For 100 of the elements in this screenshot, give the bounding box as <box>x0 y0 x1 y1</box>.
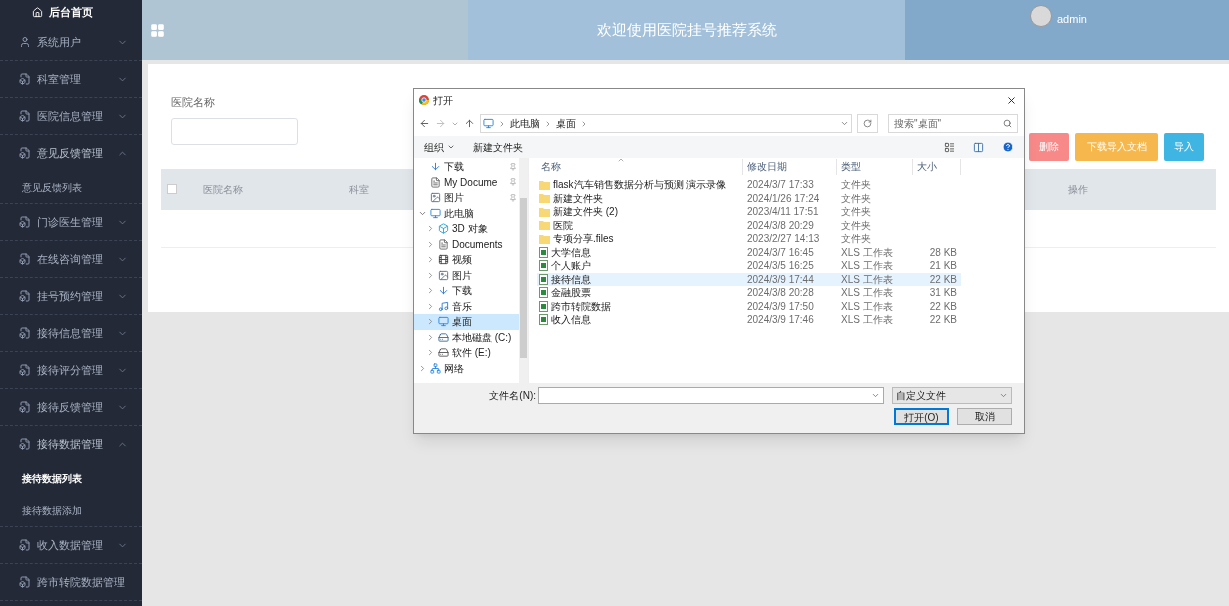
view-options-icon[interactable] <box>944 141 955 153</box>
file-date: 2024/3/9 17:50 <box>746 299 815 314</box>
sidebar-menu-item[interactable]: 跨市转院数据管理 <box>0 564 142 600</box>
refresh-button[interactable] <box>857 114 878 133</box>
open-button[interactable]: 打开(O) <box>894 408 949 425</box>
expand-chevron-icon[interactable] <box>426 348 435 358</box>
column-header: 医院名称 <box>203 182 244 197</box>
nav-tree-item[interactable]: 下载 <box>414 159 519 175</box>
file-row[interactable]: 个人账户 2024/3/5 16:25 XLS 工作表 21 KB <box>537 259 961 273</box>
sidebar-submenu-item[interactable]: 意见反馈列表 <box>0 171 142 203</box>
column-header[interactable]: 名称 <box>537 159 743 175</box>
cancel-button[interactable]: 取消 <box>957 408 1012 425</box>
scrollbar[interactable] <box>519 158 528 383</box>
file-row[interactable]: 新建文件夹 (2) 2023/4/11 17:51 文件夹 <box>537 205 961 219</box>
nav-tree-item[interactable]: My Docume <box>414 174 519 190</box>
select-all-checkbox[interactable] <box>167 184 177 194</box>
file-type: 文件夹 <box>840 178 872 193</box>
file-name: 跨市转院数据 <box>551 299 611 314</box>
sidebar-menu-item[interactable]: 在线咨询管理 <box>0 241 142 277</box>
sidebar-menu-item[interactable]: 科室管理 <box>0 61 142 97</box>
sidebar-menu-item[interactable]: 系统用户 <box>0 24 142 60</box>
nav-tree-item[interactable]: 桌面 <box>414 314 519 330</box>
expand-chevron-icon[interactable] <box>426 286 435 296</box>
breadcrumb-item[interactable]: 此电脑 <box>510 116 540 131</box>
nav-tree-item[interactable]: 本地磁盘 (C:) <box>414 329 519 345</box>
new-folder-button[interactable]: 新建文件夹 <box>473 139 523 155</box>
sidebar-home-item[interactable]: 后台首页 <box>0 0 142 24</box>
expand-chevron-icon[interactable] <box>426 301 435 311</box>
dropdown-chevron-icon[interactable] <box>871 391 880 400</box>
user-icon <box>19 36 31 48</box>
sidebar-menu-item[interactable]: 接待数据管理 <box>0 426 142 462</box>
file-type-dropdown[interactable]: 自定义文件 <box>892 387 1012 404</box>
nav-tree-item[interactable]: 图片 <box>414 267 519 283</box>
nav-tree-item[interactable]: 音乐 <box>414 298 519 314</box>
sidebar-menu-item[interactable]: 收入数据管理 <box>0 527 142 563</box>
column-header[interactable]: 大小 <box>913 159 961 175</box>
sidebar-menu-item[interactable]: 接待反馈管理 <box>0 389 142 425</box>
file-name: 个人账户 <box>551 259 591 274</box>
filename-input[interactable] <box>538 387 884 404</box>
nav-tree-item[interactable]: 此电脑 <box>414 205 519 221</box>
nav-tree-item[interactable]: 软件 (E:) <box>414 345 519 361</box>
expand-chevron-icon[interactable] <box>426 239 435 249</box>
file-row[interactable]: 大学信息 2024/3/7 16:45 XLS 工作表 28 KB <box>537 245 961 259</box>
search-field[interactable]: 搜索"桌面" <box>888 114 1018 133</box>
organize-menu[interactable]: 组织 <box>424 139 455 155</box>
nav-tree-item[interactable]: 下载 <box>414 283 519 299</box>
nav-label: 网络 <box>444 361 464 376</box>
file-row[interactable]: 医院 2024/3/8 20:29 文件夹 <box>537 218 961 232</box>
nav-tree-item[interactable]: Documents <box>414 236 519 252</box>
sidebar-menu-item[interactable]: 挂号预约管理 <box>0 278 142 314</box>
expand-chevron-icon[interactable] <box>426 317 435 327</box>
avatar[interactable] <box>1030 5 1052 27</box>
file-row[interactable]: 新建文件夹 2024/1/26 17:24 文件夹 <box>537 191 961 205</box>
spreadsheet-file-icon <box>539 314 548 326</box>
file-row[interactable]: 金融股票 2024/3/8 20:28 XLS 工作表 31 KB <box>537 286 961 300</box>
expand-chevron-icon[interactable] <box>426 255 435 265</box>
address-dropdown-icon[interactable] <box>840 119 849 128</box>
expand-chevron-icon[interactable] <box>426 332 435 342</box>
expand-chevron-icon[interactable] <box>418 363 427 373</box>
file-row[interactable]: 跨市转院数据 2024/3/9 17:50 XLS 工作表 22 KB <box>537 299 961 313</box>
close-icon[interactable] <box>1006 94 1017 106</box>
breadcrumb-item[interactable]: 桌面 <box>556 116 576 131</box>
column-header[interactable]: 类型 <box>837 159 913 175</box>
file-name: 专项分享.files <box>553 232 614 247</box>
sidebar-menu-item[interactable]: 接待评分管理 <box>0 352 142 388</box>
file-row[interactable]: 收入信息 2024/3/9 17:46 XLS 工作表 22 KB <box>537 313 961 327</box>
sidebar-menu-item[interactable]: 接待信息管理 <box>0 315 142 351</box>
preview-pane-icon[interactable] <box>973 141 984 153</box>
sidebar-menu-item[interactable]: 意见反馈管理 <box>0 135 142 171</box>
search-input[interactable]: 搜索"桌面" <box>894 116 1003 131</box>
up-icon[interactable] <box>464 118 475 129</box>
sidebar-submenu-item[interactable]: 接待数据添加 <box>0 494 142 526</box>
nav-tree-item[interactable]: 网络 <box>414 360 519 376</box>
menu-toggle-icon[interactable] <box>150 22 165 38</box>
back-icon[interactable] <box>419 118 430 129</box>
help-icon[interactable] <box>1002 141 1014 153</box>
expand-chevron-icon[interactable] <box>426 224 435 234</box>
file-name: 新建文件夹 (2) <box>553 205 618 220</box>
file-row[interactable]: 专项分享.files 2023/2/27 14:13 文件夹 <box>537 232 961 246</box>
column-header[interactable]: 修改日期 <box>743 159 837 175</box>
picture-icon <box>438 269 449 281</box>
file-row[interactable]: flask汽车销售数据分析与预测 演示录像 2024/3/7 17:33 文件夹 <box>537 178 961 192</box>
address-bar[interactable]: 此电脑 桌面 <box>480 114 852 133</box>
sidebar-menu-item[interactable]: 医院信息管理 <box>0 98 142 134</box>
folder-icon <box>539 206 550 217</box>
nav-tree-item[interactable]: 视频 <box>414 252 519 268</box>
sidebar-menu-item[interactable]: 门诊医生管理 <box>0 204 142 240</box>
sidebar-submenu-item[interactable]: 接待数据列表 <box>0 462 142 494</box>
forward-icon[interactable] <box>435 118 446 129</box>
nav-tree-item[interactable]: 图片 <box>414 190 519 206</box>
objects-icon <box>438 223 449 235</box>
breadcrumb-separator-icon <box>544 119 552 128</box>
expand-chevron-icon[interactable] <box>426 270 435 280</box>
file-row[interactable]: 接待信息 2024/3/9 17:44 XLS 工作表 22 KB <box>537 272 961 286</box>
nav-label: 软件 (E:) <box>452 346 491 361</box>
file-name: 医院 <box>553 218 573 233</box>
nav-label: Documents <box>452 237 503 252</box>
video-icon <box>438 254 449 266</box>
hospital-name-input[interactable] <box>171 117 298 145</box>
nav-tree-item[interactable]: 3D 对象 <box>414 221 519 237</box>
